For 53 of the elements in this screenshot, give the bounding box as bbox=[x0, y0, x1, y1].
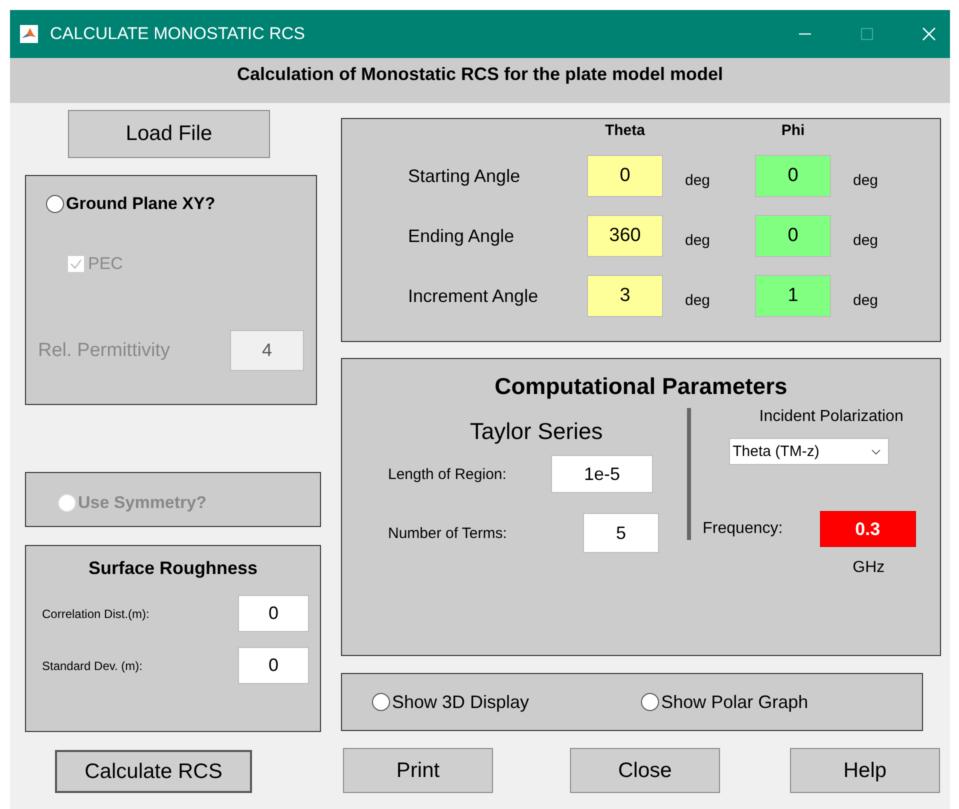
field-label: Standard Dev. (m): bbox=[42, 658, 144, 672]
ground-plane-label: Ground Plane XY? bbox=[66, 194, 216, 214]
frequency-field[interactable]: 0.3 bbox=[820, 511, 916, 547]
unit-label: deg bbox=[852, 230, 880, 248]
app-logo-icon bbox=[20, 25, 38, 43]
close-icon[interactable] bbox=[921, 26, 937, 42]
polarization-label: Incident Polarization bbox=[758, 408, 904, 426]
action-button[interactable]: Close bbox=[570, 748, 720, 793]
column-header: Phi bbox=[780, 122, 806, 139]
angle-label: Increment Angle bbox=[408, 286, 540, 306]
action-button[interactable]: Help bbox=[790, 748, 940, 793]
window-title: CALCULATE MONOSTATIC RCS bbox=[50, 24, 306, 44]
input-field[interactable]: 3 bbox=[587, 275, 663, 317]
unit-label: deg bbox=[852, 170, 880, 188]
unit-label: GHz bbox=[852, 559, 886, 577]
unit-label: deg bbox=[684, 230, 712, 248]
frequency-label: Frequency: bbox=[702, 520, 784, 538]
column-header: Theta bbox=[604, 122, 646, 139]
option-label: Show 3D Display bbox=[392, 692, 530, 712]
unit-label: deg bbox=[684, 170, 712, 188]
calculate-rcs-button[interactable]: Calculate RCS bbox=[55, 750, 252, 793]
field-label: Number of Terms: bbox=[388, 524, 508, 542]
input-field[interactable]: 0 bbox=[238, 647, 309, 684]
option-label: Show Polar Graph bbox=[661, 692, 808, 712]
field-label: Correlation Dist.(m): bbox=[42, 606, 150, 620]
load-file-button[interactable]: Load File bbox=[68, 110, 270, 158]
maximize-icon bbox=[859, 26, 875, 42]
input-field[interactable]: 360 bbox=[587, 215, 663, 257]
field-label: Length of Region: bbox=[388, 466, 508, 482]
use-symmetry-label: Use Symmetry? bbox=[78, 493, 207, 513]
input-field[interactable]: 5 bbox=[583, 513, 659, 553]
panel-title: Surface Roughness bbox=[87, 558, 259, 579]
input-field[interactable]: 0 bbox=[755, 215, 831, 257]
action-button[interactable]: Print bbox=[343, 748, 493, 793]
input-field[interactable]: 0 bbox=[587, 155, 663, 197]
radio-button[interactable] bbox=[46, 195, 64, 213]
pec-label: PEC bbox=[88, 254, 123, 274]
angle-label: Starting Angle bbox=[408, 166, 522, 186]
polarization-dropdown[interactable]: Theta (TM-z) bbox=[728, 438, 889, 465]
section-title: Taylor Series bbox=[468, 418, 604, 445]
unit-label: deg bbox=[852, 290, 880, 308]
input-field[interactable]: 0 bbox=[755, 155, 831, 197]
angle-label: Ending Angle bbox=[408, 226, 516, 246]
caret-icon bbox=[870, 448, 881, 454]
radio-button[interactable] bbox=[641, 693, 660, 711]
input-field[interactable]: 1 bbox=[755, 275, 831, 317]
input-field[interactable]: 1e-5 bbox=[551, 455, 653, 493]
header-title: Calculation of Monostatic RCS for the plate model model bbox=[236, 64, 724, 86]
unit-label: deg bbox=[684, 290, 712, 308]
radio-button[interactable] bbox=[372, 693, 390, 711]
input-field[interactable]: 0 bbox=[238, 595, 309, 632]
permittivity-label: Rel. Permittivity bbox=[38, 340, 171, 362]
panel-title: Computational Parameters bbox=[494, 373, 788, 400]
